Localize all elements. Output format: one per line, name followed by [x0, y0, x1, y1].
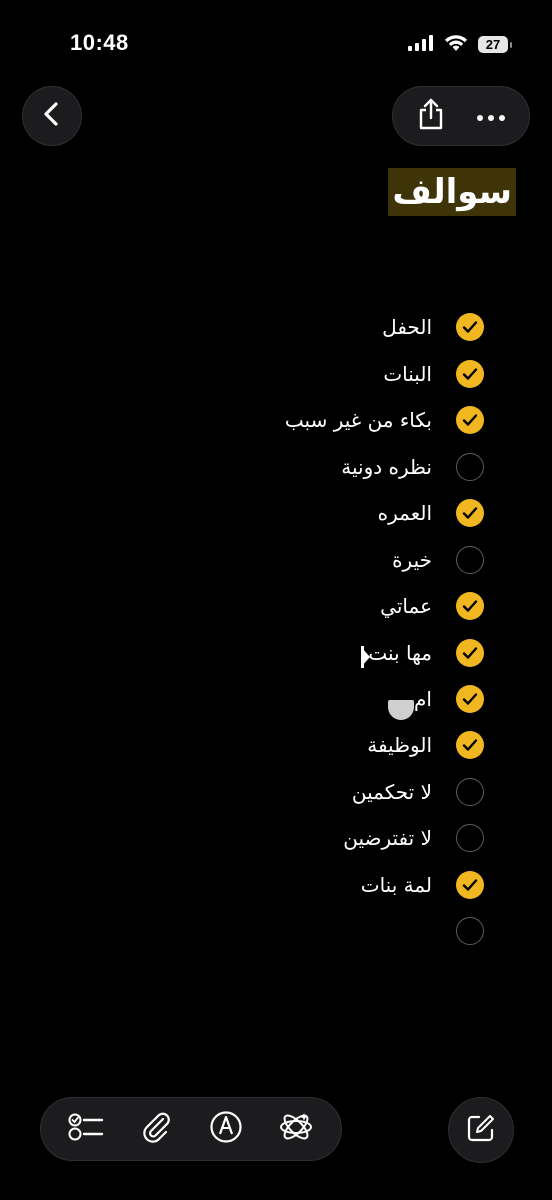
checklist-item: لا تحكمين	[104, 769, 484, 815]
checkmark-icon	[462, 879, 478, 891]
battery-icon: 27	[478, 36, 512, 53]
status-icons: 27	[408, 34, 512, 55]
checklist-item-text[interactable]: العمره	[378, 501, 432, 525]
checkbox-checked[interactable]	[456, 360, 484, 388]
checkmark-icon	[462, 507, 478, 519]
compose-icon	[466, 1113, 496, 1147]
checklist-item-text[interactable]: خيرة	[392, 548, 432, 572]
checklist-item: العمره	[104, 490, 484, 536]
checkbox-unchecked[interactable]	[456, 546, 484, 574]
checklist-item: ام	[104, 676, 484, 722]
checklist-item: البنات	[104, 351, 484, 397]
checklist-item-text[interactable]: لا تفترضين	[343, 826, 432, 850]
cursor-marker	[362, 648, 370, 666]
checklist-item: لمة بنات	[104, 862, 484, 908]
markup-pen-icon	[209, 1110, 243, 1148]
checkbox-checked[interactable]	[456, 685, 484, 713]
wifi-icon	[444, 34, 468, 55]
checkmark-icon	[462, 368, 478, 380]
checklist-item	[104, 908, 484, 954]
checkbox-checked[interactable]	[456, 731, 484, 759]
checklist-item: الحفل	[104, 304, 484, 350]
checkmark-icon	[462, 739, 478, 751]
ellipsis-icon	[476, 107, 506, 126]
battery-level: 27	[478, 36, 508, 53]
checklist-item: مها بنت	[104, 630, 484, 676]
checkmark-icon	[462, 693, 478, 705]
checkbox-checked[interactable]	[456, 313, 484, 341]
attach-button[interactable]	[130, 1103, 182, 1155]
note-title[interactable]: سوالف	[388, 168, 516, 216]
checklist-item-text[interactable]: ام	[414, 687, 432, 711]
note-actions	[392, 86, 530, 146]
checklist-item-text[interactable]: البنات	[383, 362, 432, 386]
chevron-left-icon	[41, 101, 63, 131]
checkbox-checked[interactable]	[456, 592, 484, 620]
checklist-item: لا تفترضين	[104, 815, 484, 861]
checklist-item: خيرة	[104, 537, 484, 583]
checkbox-unchecked[interactable]	[456, 917, 484, 945]
apple-intelligence-icon	[278, 1109, 314, 1149]
markup-button[interactable]	[200, 1103, 252, 1155]
checklist-item-text[interactable]: الحفل	[382, 315, 432, 339]
checklist-button[interactable]	[60, 1103, 112, 1155]
checkmark-icon	[462, 600, 478, 612]
checkbox-unchecked[interactable]	[456, 824, 484, 852]
checkbox-unchecked[interactable]	[456, 453, 484, 481]
checklist-item: عماتي	[104, 583, 484, 629]
checkbox-checked[interactable]	[456, 639, 484, 667]
back-button[interactable]	[22, 86, 82, 146]
paperclip-icon	[141, 1110, 171, 1148]
signal-icon	[408, 34, 434, 55]
writing-tools-button[interactable]	[270, 1103, 322, 1155]
more-button[interactable]	[463, 88, 519, 144]
notes-screen: 10:48 27 سوالف الحفل البنات بكاء من غير …	[0, 0, 552, 1200]
new-note-button[interactable]	[448, 1097, 514, 1163]
checkmark-icon	[462, 647, 478, 659]
checklist-item: بكاء من غير سبب	[104, 397, 484, 443]
checkbox-checked[interactable]	[456, 871, 484, 899]
checklist-item-text[interactable]: لا تحكمين	[352, 780, 432, 804]
checkbox-checked[interactable]	[456, 406, 484, 434]
checkbox-unchecked[interactable]	[456, 778, 484, 806]
checklist-item-text[interactable]: مها بنت	[368, 641, 432, 665]
status-time: 10:48	[70, 30, 129, 55]
checkmark-icon	[462, 414, 478, 426]
checkmark-icon	[462, 321, 478, 333]
checklist-item: الوظيفة	[104, 722, 484, 768]
checklist-icon	[68, 1112, 104, 1146]
share-icon	[417, 98, 445, 134]
checklist-item-text[interactable]: عماتي	[380, 594, 432, 618]
share-button[interactable]	[403, 88, 459, 144]
checklist-item-text[interactable]: بكاء من غير سبب	[285, 408, 432, 432]
bottom-toolbar	[40, 1097, 342, 1161]
checkbox-checked[interactable]	[456, 499, 484, 527]
checklist-item: نظره دونية	[104, 444, 484, 490]
checklist-item-text[interactable]: لمة بنات	[361, 873, 432, 897]
checklist-item-text[interactable]: الوظيفة	[367, 733, 432, 757]
checklist-item-text[interactable]: نظره دونية	[341, 455, 432, 479]
